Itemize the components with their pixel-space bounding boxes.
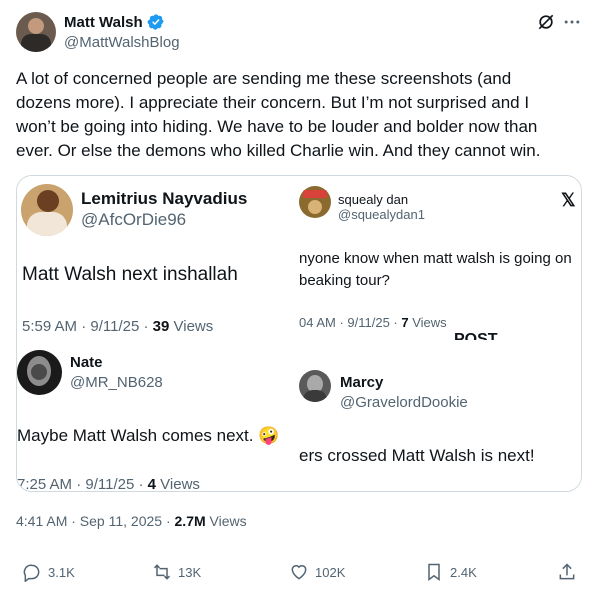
reply-icon (22, 562, 42, 583)
screenshot-3-meta: 7:25 AM · 9/11/25 · 4 Views (17, 476, 200, 492)
screenshot-2-text-line1: nyone know when matt walsh is going on (299, 250, 572, 267)
screenshot-1-meta: 5:59 AM · 9/11/25 · 39 Views (22, 318, 213, 335)
screenshot-3-views-label: Views (160, 476, 200, 492)
screenshot-4-avatar (299, 370, 331, 402)
screenshot-4-text: ers crossed Matt Walsh is next! (299, 446, 535, 465)
screenshot-2-text-line2: beaking tour? (299, 272, 390, 289)
author-name[interactable]: Matt Walsh (64, 14, 143, 31)
like-count: 102K (315, 564, 346, 580)
post-views-label: Views (209, 513, 247, 529)
bookmark-count: 2.4K (450, 564, 477, 580)
screenshot-2-views-count: 7 (401, 315, 409, 330)
verified-badge-icon (147, 13, 165, 31)
screenshot-4-name: Marcy (340, 374, 384, 391)
screenshot-1-views-label: Views (173, 318, 214, 335)
post-image[interactable]: Lemitrius Nayvadius @AfcOrDie96 Matt Wal… (16, 175, 582, 492)
screenshot-2-time: 04 AM · 9/11/25 · (299, 315, 402, 330)
screenshot-1-handle: @AfcOrDie96 (81, 210, 187, 229)
screenshot-3: Nate @MR_NB628 Maybe Matt Walsh comes ne… (17, 340, 299, 492)
screenshot-2-meta: 04 AM · 9/11/25 · 7 Views (299, 315, 447, 330)
like-button[interactable]: 102K (289, 562, 345, 582)
reply-count: 3.1K (48, 564, 75, 580)
screenshot-1-avatar (21, 184, 73, 236)
bookmark-icon (424, 562, 444, 582)
repost-count: 13K (178, 564, 202, 580)
bookmark-button[interactable]: 2.4K (424, 562, 477, 582)
post-timestamp[interactable]: 4:41 AM · Sep 11, 2025 · (16, 513, 175, 529)
screenshot-2-cut-post-label: Post (454, 331, 498, 340)
repost-icon (152, 562, 172, 582)
more-options-icon[interactable] (562, 12, 582, 32)
screenshot-1-views-count: 39 (152, 318, 170, 335)
screenshot-3-time: 7:25 AM · 9/11/25 · (17, 476, 148, 492)
reply-button[interactable]: 3.1K (22, 562, 75, 583)
post-text: A lot of concerned people are sending me… (16, 69, 541, 160)
screenshot-3-views-count: 4 (147, 476, 156, 492)
author-name-row: Matt Walsh (64, 13, 165, 31)
screenshot-2-views-label: Views (412, 315, 447, 330)
screenshot-4-handle: @GravelordDookie (340, 394, 468, 411)
screenshot-2-handle: @squealydan1 (338, 207, 425, 222)
screenshot-1-name: Lemitrius Nayvadius (81, 189, 248, 208)
screenshot-3-name: Nate (70, 354, 103, 371)
screenshot-1: Lemitrius Nayvadius @AfcOrDie96 Matt Wal… (17, 176, 299, 340)
zany-face-emoji: 🤪 (258, 426, 280, 445)
share-button[interactable] (557, 562, 577, 582)
heart-icon (289, 562, 309, 582)
screenshot-1-time: 5:59 AM · 9/11/25 · (22, 318, 153, 335)
screenshot-3-text: Maybe Matt Walsh comes next. (17, 426, 254, 445)
screenshot-4: Marcy @GravelordDookie ers crossed Matt … (299, 350, 581, 491)
screenshot-3-text-row: Maybe Matt Walsh comes next. 🤪 (17, 426, 279, 446)
screenshot-3-handle: @MR_NB628 (70, 374, 163, 391)
screenshot-1-text: Matt Walsh next inshallah (22, 264, 238, 285)
screenshot-3-avatar (17, 350, 62, 395)
grok-icon[interactable] (536, 12, 556, 32)
author-avatar[interactable] (16, 12, 56, 52)
post-timestamp-row: 4:41 AM · Sep 11, 2025 · 2.7M Views (16, 513, 247, 529)
screenshot-2-name: squealy dan (338, 192, 409, 207)
post-views-count: 2.7M (174, 513, 206, 529)
repost-button[interactable]: 13K (152, 562, 201, 582)
screenshot-2: squealy dan @squealydan1 𝕏 nyone know wh… (299, 176, 581, 340)
x-logo-icon: 𝕏 (561, 190, 576, 210)
share-icon (557, 562, 577, 582)
screenshot-2-avatar (299, 186, 331, 218)
author-handle[interactable]: @MattWalshBlog (64, 34, 180, 51)
